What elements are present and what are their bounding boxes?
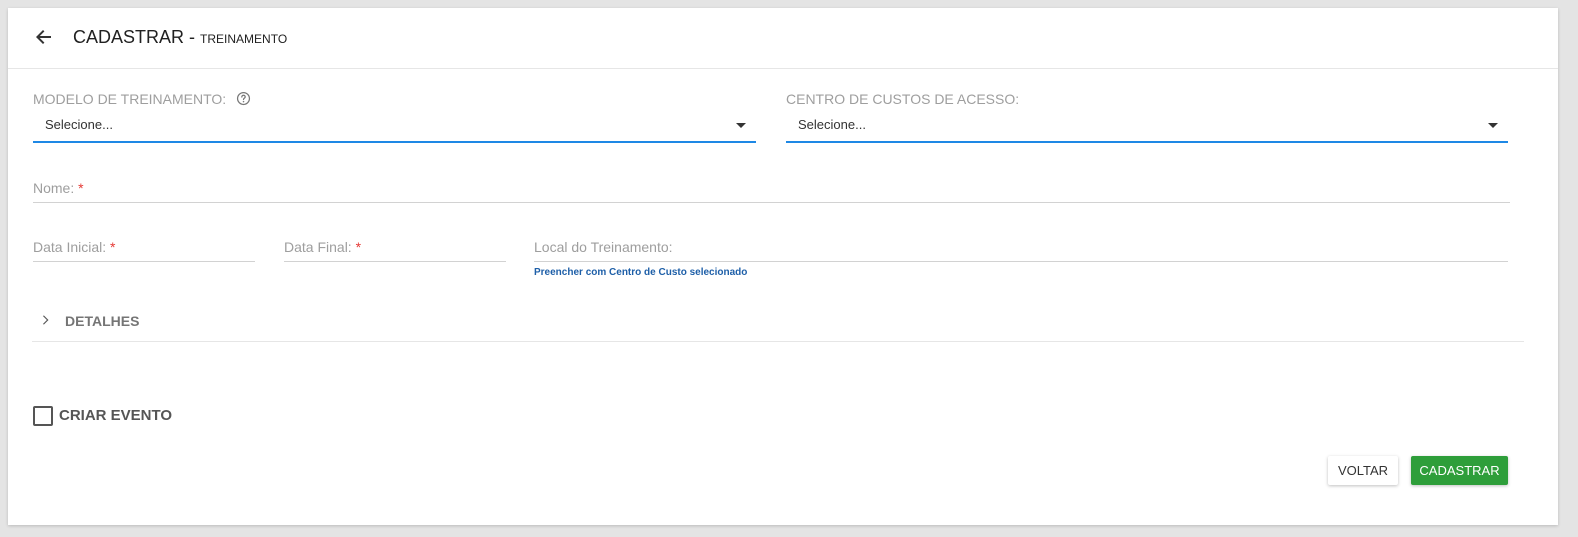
form-card: CADASTRAR - TREINAMENTO MODELO DE TREINA… (8, 8, 1558, 525)
data-final-field[interactable] (284, 233, 510, 262)
caret-down-icon (1488, 123, 1498, 128)
question-circle-icon[interactable] (236, 91, 251, 106)
arrow-left-icon (36, 30, 51, 44)
voltar-button[interactable]: VOLTAR (1328, 456, 1398, 485)
data-inicial-input[interactable] (33, 233, 259, 261)
local-field[interactable] (534, 233, 1512, 262)
modelo-select[interactable]: Selecione... (33, 111, 756, 143)
cadastrar-button[interactable]: CADASTRAR (1411, 456, 1508, 485)
back-button[interactable] (32, 25, 56, 49)
local-input[interactable] (534, 233, 1512, 261)
modelo-label-text: MODELO DE TREINAMENTO: (33, 91, 227, 107)
modelo-label: MODELO DE TREINAMENTO: (33, 91, 251, 107)
page-title-sub: TREINAMENTO (200, 32, 288, 46)
centro-custos-select-value: Selecione... (798, 117, 866, 132)
centro-custos-label: CENTRO DE CUSTOS DE ACESSO: (786, 91, 1019, 107)
page-title-main: CADASTRAR - (73, 27, 196, 47)
page-header: CADASTRAR - TREINAMENTO (8, 8, 1558, 69)
nome-input[interactable] (33, 174, 1514, 202)
fill-cost-center-link[interactable]: Preencher com Centro de Custo selecionad… (534, 267, 747, 278)
criar-evento-checkbox[interactable] (33, 406, 53, 426)
page-title: CADASTRAR - TREINAMENTO (73, 27, 287, 48)
details-expander[interactable]: DETALHES (32, 303, 1524, 342)
nome-field[interactable] (33, 174, 1514, 203)
caret-down-icon (736, 123, 746, 128)
modelo-select-value: Selecione... (45, 117, 113, 132)
centro-custos-select[interactable]: Selecione... (786, 111, 1508, 143)
criar-evento-label: CRIAR EVENTO (59, 407, 173, 424)
data-inicial-field[interactable] (33, 233, 259, 262)
details-label: DETALHES (65, 313, 140, 329)
data-final-input[interactable] (284, 233, 510, 261)
centro-custos-label-text: CENTRO DE CUSTOS DE ACESSO: (786, 91, 1020, 107)
chevron-right-icon (43, 315, 49, 325)
